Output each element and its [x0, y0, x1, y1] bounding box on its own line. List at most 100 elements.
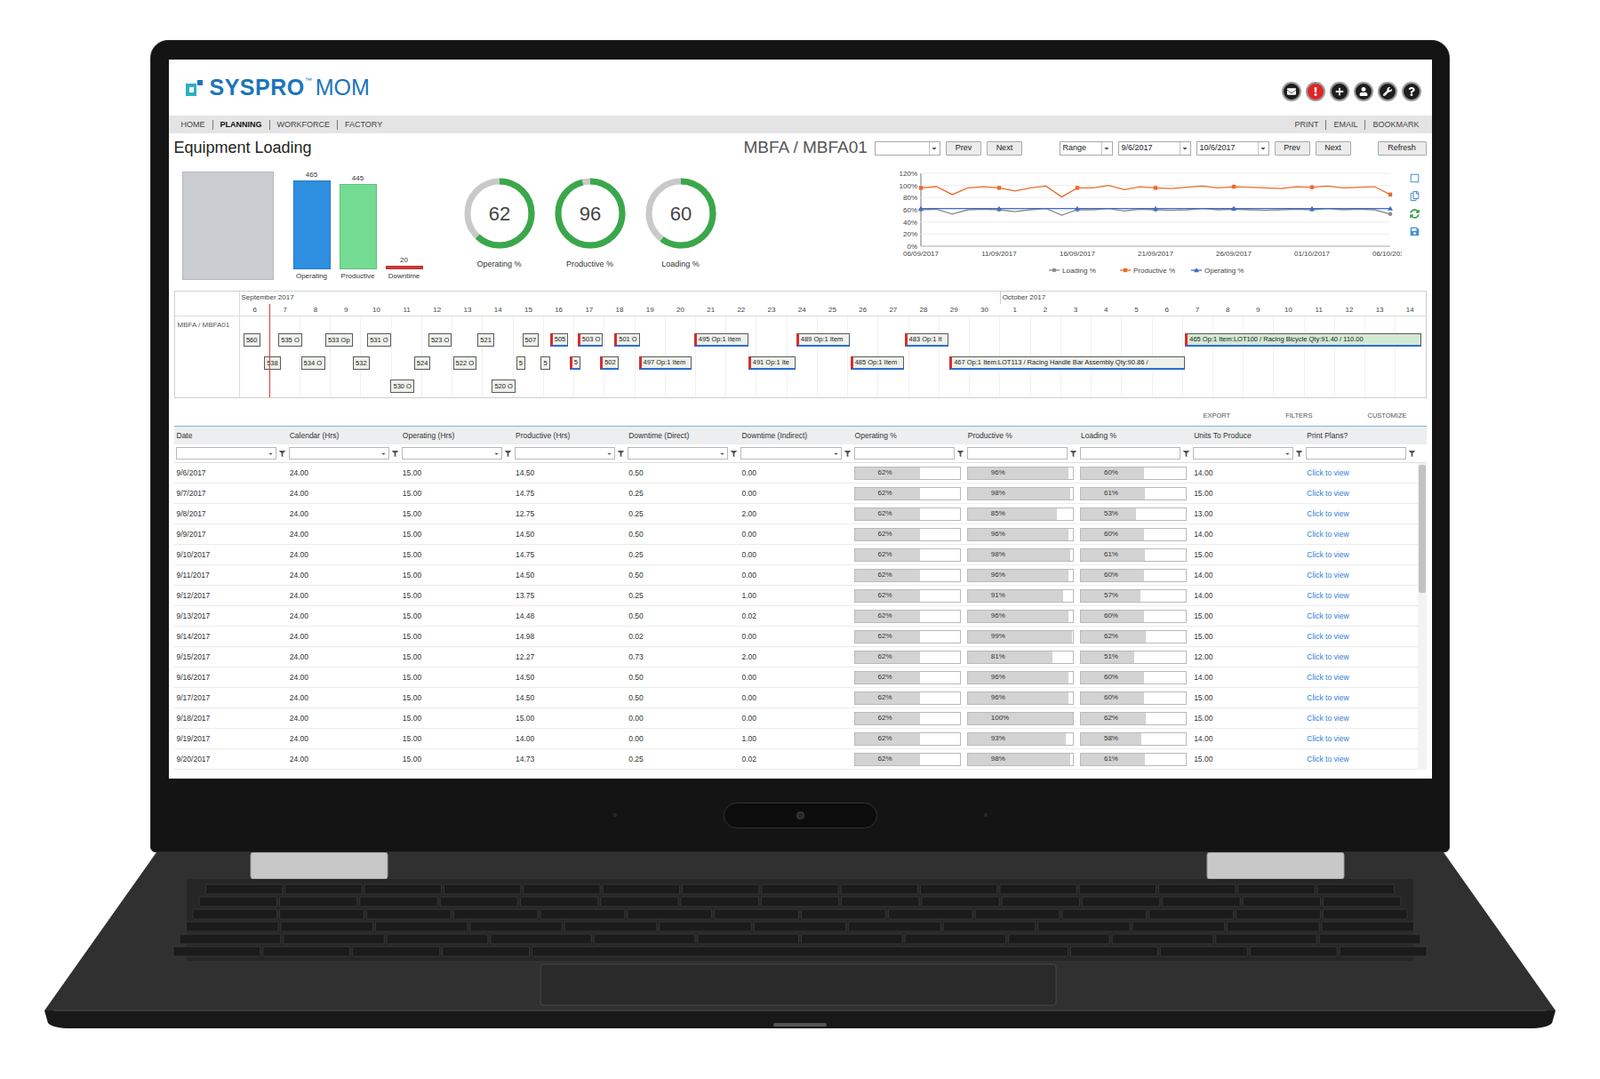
chart-tool-button[interactable]: [1408, 207, 1422, 220]
header-icon-button[interactable]: [1401, 81, 1422, 102]
filter-icon[interactable]: [279, 450, 286, 457]
gantt-bar[interactable]: 524: [414, 356, 432, 370]
nav-tab[interactable]: PLANNING: [212, 120, 270, 130]
print-plans-link[interactable]: Click to view: [1304, 569, 1417, 582]
gantt-bar[interactable]: 538: [264, 356, 281, 370]
print-plans-link[interactable]: Click to view: [1304, 651, 1417, 664]
gantt-bar[interactable]: 532: [352, 356, 370, 370]
date-to-select[interactable]: 10/6/2017: [1196, 141, 1270, 156]
filter-icon[interactable]: [1183, 450, 1190, 457]
filter-icon[interactable]: [844, 450, 851, 457]
table-row[interactable]: 9/10/201724.0015.0014.750.250.0062%98%61…: [174, 544, 1418, 566]
prev-button[interactable]: Prev: [945, 141, 982, 156]
gantt-bar[interactable]: 465 Op:1 Item:LOT100 / Racing Bicycle Qt…: [1184, 333, 1421, 347]
print-plans-link[interactable]: Click to view: [1304, 712, 1417, 725]
filter-icon[interactable]: [957, 450, 964, 457]
table-row[interactable]: 9/15/201724.0015.0012.270.732.0062%81%51…: [174, 647, 1418, 668]
gantt-bar[interactable]: 535 O: [278, 333, 302, 347]
gantt-bar[interactable]: 534 O: [301, 356, 327, 370]
table-row[interactable]: 9/14/201724.0015.0014.980.020.0062%99%62…: [174, 626, 1418, 648]
column-header[interactable]: Operating %: [852, 430, 966, 442]
gantt-bar[interactable]: 531 O: [367, 333, 391, 347]
gantt-bar[interactable]: 5: [540, 356, 550, 370]
column-header[interactable]: Date: [174, 430, 288, 442]
header-icon-button[interactable]: [1353, 81, 1374, 102]
next-button[interactable]: Next: [986, 141, 1023, 156]
gantt-bar[interactable]: 523 O: [428, 333, 452, 347]
nav-tab[interactable]: HOME: [174, 120, 213, 130]
gantt-bar[interactable]: 533 Op: [325, 333, 353, 347]
chart-tool-button[interactable]: [1408, 189, 1422, 202]
scrollbar-thumb[interactable]: [1418, 464, 1426, 593]
filter-icon[interactable]: [1296, 450, 1303, 457]
filter-icon[interactable]: [730, 450, 737, 457]
column-header[interactable]: Productive (Hrs): [512, 430, 626, 442]
print-plans-link[interactable]: Click to view: [1304, 590, 1417, 602]
column-header[interactable]: Operating (Hrs): [400, 430, 513, 442]
gantt-bar[interactable]: 5: [516, 356, 526, 370]
gantt-bar[interactable]: 530 O: [390, 379, 414, 393]
refresh-button[interactable]: Refresh: [1377, 141, 1427, 156]
date-from-select[interactable]: 9/6/2017: [1118, 141, 1192, 156]
print-plans-link[interactable]: Click to view: [1304, 467, 1417, 480]
print-plans-link[interactable]: Click to view: [1304, 753, 1417, 766]
nav-action[interactable]: PRINT: [1287, 120, 1326, 130]
gantt-bar[interactable]: 485 Op:1 Item: [850, 356, 904, 370]
table-row[interactable]: 9/7/201724.0015.0014.750.250.0062%98%61%…: [174, 483, 1418, 504]
column-header[interactable]: Calendar (Hrs): [287, 430, 400, 442]
filter-input[interactable]: [1305, 447, 1407, 460]
filter-input[interactable]: [740, 447, 841, 460]
gantt-bar[interactable]: 483 Op:1 It: [904, 333, 949, 347]
nav-tab[interactable]: WORKFORCE: [269, 120, 338, 130]
print-plans-link[interactable]: Click to view: [1304, 508, 1417, 520]
filter-icon[interactable]: [504, 450, 512, 457]
filter-input[interactable]: [514, 447, 616, 460]
filter-icon[interactable]: [392, 450, 399, 457]
equipment-select[interactable]: [874, 141, 941, 156]
gantt-bar[interactable]: 522 O: [453, 356, 477, 370]
table-row[interactable]: 9/16/201724.0015.0014.500.500.0062%96%60…: [174, 667, 1418, 688]
gantt-bar[interactable]: 491 Op:1 Ite: [748, 356, 796, 370]
table-row[interactable]: 9/12/201724.0015.0013.750.251.0062%91%57…: [174, 585, 1418, 607]
print-plans-link[interactable]: Click to view: [1304, 488, 1417, 500]
column-header[interactable]: Downtime (Direct): [625, 430, 739, 442]
column-header[interactable]: Productive %: [965, 430, 1079, 442]
nav-action[interactable]: EMAIL: [1325, 120, 1365, 130]
print-plans-link[interactable]: Click to view: [1304, 528, 1417, 541]
chart-tool-button[interactable]: [1408, 171, 1422, 184]
gantt-bar[interactable]: 520 O: [491, 379, 515, 393]
header-icon-button[interactable]: [1305, 81, 1326, 102]
range-select[interactable]: Range: [1059, 141, 1113, 156]
nav-tab[interactable]: FACTORY: [336, 120, 390, 130]
gantt-bar[interactable]: 495 Op:1 Item: [694, 333, 749, 347]
table-row[interactable]: 9/9/201724.0015.0014.500.500.0062%96%60%…: [174, 524, 1418, 545]
chart-tool-button[interactable]: [1408, 224, 1422, 238]
nav-action[interactable]: BOOKMARK: [1364, 120, 1426, 130]
print-plans-link[interactable]: Click to view: [1304, 631, 1417, 643]
column-header[interactable]: Units To Produce: [1191, 430, 1304, 442]
toolbar-button[interactable]: CUSTOMIZE: [1367, 410, 1407, 421]
gantt-bar[interactable]: 489 Op:1 Item: [796, 333, 850, 347]
table-row[interactable]: 9/11/201724.0015.0014.500.500.0062%96%60…: [174, 565, 1418, 586]
header-icon-button[interactable]: [1281, 81, 1302, 102]
gantt-bar[interactable]: 5: [569, 356, 581, 370]
gantt-bar[interactable]: 501 O: [614, 333, 640, 347]
table-row[interactable]: 9/18/201724.0015.0015.000.000.0062%100%6…: [174, 708, 1418, 729]
filter-input[interactable]: [288, 447, 390, 460]
table-row[interactable]: 9/17/201724.0015.0014.500.500.0062%96%60…: [174, 688, 1418, 709]
column-header[interactable]: Downtime (Indirect): [738, 430, 852, 442]
header-icon-button[interactable]: [1329, 81, 1350, 102]
filter-icon[interactable]: [617, 450, 624, 457]
filter-icon[interactable]: [1070, 450, 1077, 457]
filter-input[interactable]: [854, 447, 955, 460]
toolbar-button[interactable]: EXPORT: [1202, 410, 1231, 421]
filter-input[interactable]: [967, 447, 1068, 460]
print-plans-link[interactable]: Click to view: [1304, 549, 1417, 561]
filter-input[interactable]: [176, 447, 277, 460]
column-header[interactable]: Loading %: [1078, 430, 1192, 442]
next-button[interactable]: Next: [1315, 141, 1352, 156]
gantt-bar[interactable]: 503 O: [577, 333, 603, 347]
table-row[interactable]: 9/13/201724.0015.0014.480.500.0262%96%60…: [174, 606, 1418, 627]
filter-icon[interactable]: [1408, 450, 1416, 457]
table-row[interactable]: 9/19/201724.0015.0014.000.001.0062%93%58…: [174, 728, 1418, 750]
